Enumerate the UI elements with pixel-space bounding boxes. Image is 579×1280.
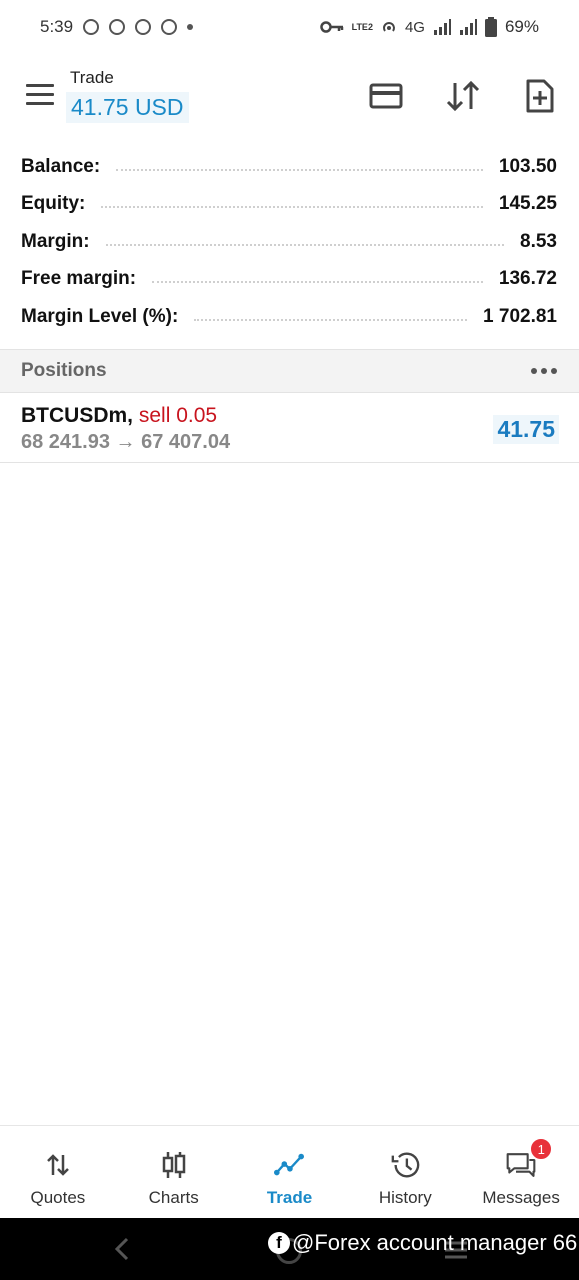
nav-quotes[interactable]: Quotes	[0, 1126, 116, 1218]
nav-history[interactable]: History	[347, 1126, 463, 1218]
positions-section-header: Positions	[0, 349, 579, 393]
nav-trade[interactable]: Trade	[232, 1126, 348, 1218]
status-right: LTE2 4G 69%	[319, 17, 539, 37]
summary-label: Margin Level (%):	[21, 305, 179, 327]
summary-row-margin-level: Margin Level (%): 1 702.81	[0, 298, 579, 336]
status-time: 5:39	[40, 17, 74, 36]
trade-icon	[274, 1150, 305, 1180]
key-icon	[319, 21, 343, 33]
account-summary: Balance: 103.50 Equity: 145.25 Margin: 8…	[0, 148, 579, 336]
summary-row-balance: Balance: 103.50	[0, 148, 579, 186]
nav-messages[interactable]: Messages 1	[463, 1126, 579, 1218]
dotted-leader	[194, 318, 468, 321]
summary-label: Equity:	[21, 193, 86, 215]
sort-icon[interactable]	[443, 76, 483, 116]
bottom-navigation: Quotes Charts Trade History Messages 1	[0, 1125, 579, 1218]
more-notifications-dot-icon	[187, 24, 194, 30]
summary-row-equity: Equity: 145.25	[0, 186, 579, 224]
summary-row-margin: Margin: 8.53	[0, 223, 579, 261]
facebook-notification-icon	[135, 19, 152, 35]
messages-badge: 1	[529, 1137, 554, 1161]
nav-label: Charts	[148, 1188, 199, 1207]
watermark: f @Forex account manager 66	[268, 1230, 577, 1256]
charts-icon	[159, 1150, 189, 1180]
dotted-leader	[105, 243, 505, 246]
facebook-logo-icon: f	[268, 1232, 290, 1254]
summary-label: Balance:	[21, 155, 101, 177]
quotes-icon	[43, 1150, 73, 1180]
new-order-icon[interactable]	[520, 76, 560, 116]
position-side: sell 0.05	[138, 404, 218, 427]
summary-row-free-margin: Free margin: 136.72	[0, 261, 579, 299]
signal-icon-2	[459, 19, 477, 35]
history-icon	[390, 1150, 420, 1180]
nav-label: Quotes	[30, 1188, 86, 1207]
header-profit-value: 41.75 USD	[66, 92, 189, 123]
nav-label: Messages	[482, 1188, 560, 1207]
network-type: 4G	[404, 18, 425, 36]
signal-icon	[433, 19, 451, 35]
dotted-leader	[152, 281, 483, 284]
status-left: 5:39	[40, 17, 194, 37]
position-profit: 41.75	[493, 415, 559, 444]
dotted-leader	[101, 206, 483, 209]
more-options-icon[interactable]	[531, 368, 557, 374]
nav-label: History	[378, 1188, 432, 1207]
position-row[interactable]: BTCUSDm, sell 0.05 68 241.93 → 67 407.04…	[0, 393, 579, 463]
system-navigation-bar: f @Forex account manager 66	[0, 1218, 579, 1280]
position-title-line: BTCUSDm, sell 0.05	[21, 404, 217, 428]
nav-charts[interactable]: Charts	[116, 1126, 232, 1218]
hotspot-icon	[382, 22, 395, 32]
summary-value: 8.53	[520, 230, 557, 252]
position-symbol: BTCUSDm,	[21, 404, 134, 427]
summary-value: 136.72	[498, 268, 557, 290]
summary-label: Margin:	[21, 230, 90, 252]
watermark-text: @Forex account manager 66	[292, 1230, 578, 1255]
battery-icon	[484, 17, 497, 37]
card-icon[interactable]	[366, 76, 406, 116]
menu-icon[interactable]	[26, 84, 56, 106]
summary-label: Free margin:	[21, 268, 137, 290]
positions-title: Positions	[21, 360, 107, 381]
battery-percentage: 69%	[504, 17, 539, 36]
app-header: Trade 41.75 USD	[0, 62, 579, 128]
facebook-notification-icon	[161, 19, 178, 35]
summary-value: 103.50	[498, 155, 557, 177]
page-title: Trade	[70, 68, 114, 87]
summary-value: 145.25	[498, 193, 557, 215]
summary-value: 1 702.81	[483, 305, 557, 327]
position-prices: 68 241.93 → 67 407.04	[21, 431, 231, 453]
status-bar: 5:39 LTE2 4G 69%	[0, 0, 579, 54]
volte-label: LTE2	[351, 21, 373, 32]
facebook-notification-icon	[83, 19, 100, 35]
nav-label: Trade	[266, 1188, 313, 1207]
dotted-leader	[116, 168, 483, 171]
facebook-notification-icon	[109, 19, 126, 35]
back-icon[interactable]	[112, 1235, 132, 1268]
